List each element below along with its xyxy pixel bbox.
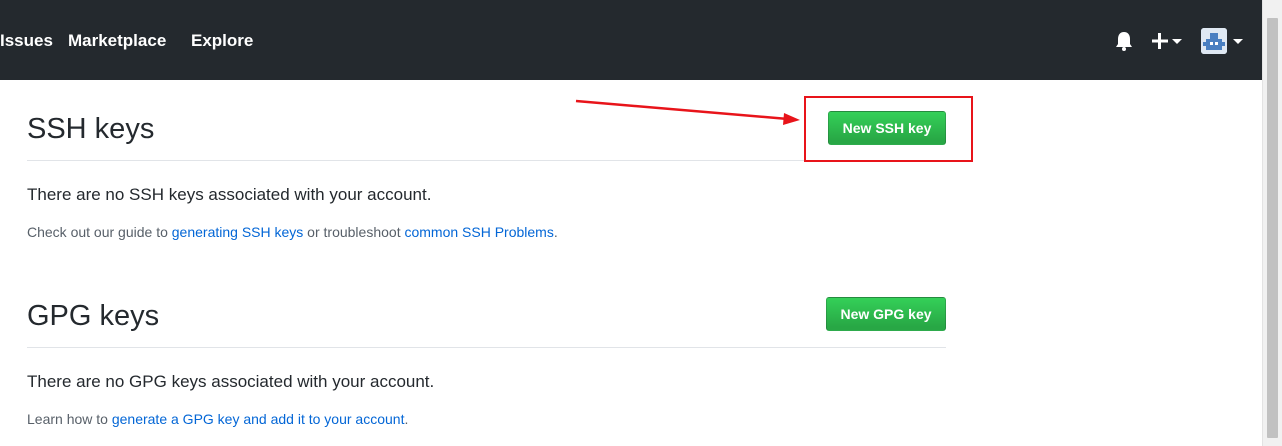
gpg-empty-message: There are no GPG keys associated with yo…	[27, 372, 435, 391]
vertical-scrollbar[interactable]	[1262, 0, 1282, 446]
new-gpg-key-button[interactable]: New GPG key	[826, 297, 946, 331]
ssh-empty-message: There are no SSH keys associated with yo…	[27, 185, 432, 204]
nav-link-marketplace[interactable]: Marketplace	[68, 30, 166, 52]
gpg-help-suffix: .	[404, 411, 409, 427]
ssh-help-prefix: Check out our guide to	[27, 224, 172, 240]
annotation-highlight-box	[804, 96, 973, 162]
chevron-down-icon	[1172, 39, 1182, 44]
gpg-keys-title: GPG keys	[27, 300, 160, 332]
nav-link-issues[interactable]: Issues	[0, 30, 53, 52]
bell-icon[interactable]	[1113, 30, 1135, 52]
generating-ssh-keys-link[interactable]: generating SSH keys	[172, 224, 304, 240]
ssh-help-suffix: .	[553, 224, 558, 240]
create-new-dropdown[interactable]	[1150, 31, 1184, 51]
ssh-help-text: Check out our guide to generating SSH ke…	[27, 223, 558, 241]
gpg-divider	[27, 347, 946, 348]
chevron-down-icon	[1233, 39, 1243, 44]
avatar-icon	[1201, 28, 1227, 54]
nav-link-explore[interactable]: Explore	[191, 30, 253, 52]
ssh-help-middle: or troubleshoot	[303, 224, 405, 240]
gpg-help-text: Learn how to generate a GPG key and add …	[27, 410, 408, 428]
scrollbar-thumb[interactable]	[1267, 18, 1278, 438]
annotation-arrow	[575, 99, 800, 125]
generate-gpg-key-link[interactable]: generate a GPG key and add it to your ac…	[112, 411, 405, 427]
gpg-help-prefix: Learn how to	[27, 411, 112, 427]
ssh-keys-title: SSH keys	[27, 113, 155, 145]
top-nav-bar: Issues Marketplace Explore	[0, 0, 1262, 80]
page: Issues Marketplace Explore SSH keys New …	[0, 0, 1282, 446]
plus-icon	[1152, 33, 1168, 49]
user-menu-dropdown[interactable]	[1201, 28, 1245, 54]
common-ssh-problems-link[interactable]: common SSH Problems	[404, 224, 553, 240]
